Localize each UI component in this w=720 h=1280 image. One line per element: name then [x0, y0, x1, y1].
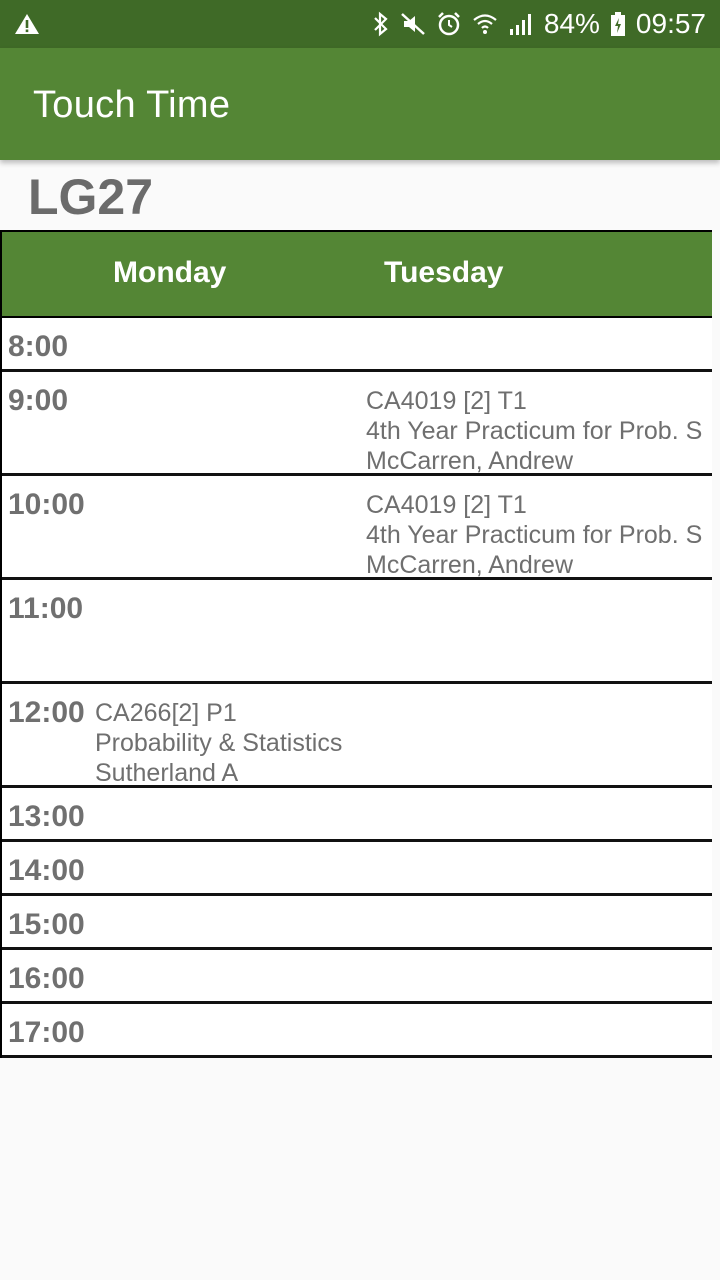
time-label: 12:00 — [8, 696, 85, 729]
wifi-icon — [472, 11, 498, 37]
app-title: Touch Time — [33, 84, 231, 126]
time-label: 14:00 — [8, 854, 85, 887]
battery-percent: 84% — [543, 8, 600, 39]
event-code: CA4019 [2] T1 — [366, 491, 527, 519]
event-title: 4th Year Practicum for Prob. S — [366, 417, 703, 445]
time-label: 17:00 — [8, 1016, 85, 1049]
time-row: 13:00 — [2, 788, 712, 842]
time-row: 17:00 — [2, 1004, 712, 1058]
time-label: 11:00 — [8, 592, 84, 625]
timetable: Monday Tuesday 8:00 9:00 CA4019 [2] T1 4… — [0, 230, 712, 1058]
time-row: 15:00 — [2, 896, 712, 950]
event-lecturer: McCarren, Andrew — [366, 551, 574, 579]
signal-icon — [508, 11, 534, 37]
event-lecturer: McCarren, Andrew — [366, 447, 574, 475]
event-slot[interactable]: CA4019 [2] T1 4th Year Practicum for Pro… — [366, 490, 703, 579]
event-lecturer: Sutherland A — [95, 759, 239, 787]
app-bar: Touch Time — [0, 48, 720, 160]
status-bar: 84% 09:57 — [0, 0, 720, 48]
day-header-monday: Monday — [113, 256, 227, 289]
timetable-header: Monday Tuesday — [2, 232, 712, 318]
clock: 09:57 — [635, 8, 706, 39]
time-row: 12:00 CA266[2] P1 Probability & Statisti… — [2, 684, 712, 788]
time-row: 9:00 CA4019 [2] T1 4th Year Practicum fo… — [2, 372, 712, 476]
time-label: 8:00 — [8, 330, 69, 363]
alarm-icon — [436, 11, 462, 37]
event-code: CA266[2] P1 — [95, 699, 237, 727]
event-slot[interactable]: CA266[2] P1 Probability & Statistics Sut… — [95, 698, 343, 787]
warning-icon — [14, 13, 40, 35]
event-title: 4th Year Practicum for Prob. S — [366, 521, 703, 549]
time-row: 16:00 — [2, 950, 712, 1004]
event-title: Probability & Statistics — [95, 729, 343, 757]
time-row: 14:00 — [2, 842, 712, 896]
time-row: 10:00 CA4019 [2] T1 4th Year Practicum f… — [2, 476, 712, 580]
time-label: 15:00 — [8, 908, 85, 941]
mute-icon — [400, 11, 426, 37]
time-label: 13:00 — [8, 800, 85, 833]
day-header-tuesday: Tuesday — [384, 256, 504, 289]
time-label: 16:00 — [8, 962, 85, 995]
room-title: LG27 — [28, 169, 154, 225]
event-slot[interactable]: CA4019 [2] T1 4th Year Practicum for Pro… — [366, 386, 703, 475]
time-row: 11:00 — [2, 580, 712, 684]
bluetooth-icon — [372, 11, 390, 37]
event-code: CA4019 [2] T1 — [366, 387, 527, 415]
battery-charging-icon — [610, 11, 626, 37]
time-row: 8:00 — [2, 318, 712, 372]
time-label: 9:00 — [8, 384, 69, 417]
time-label: 10:00 — [8, 488, 85, 521]
